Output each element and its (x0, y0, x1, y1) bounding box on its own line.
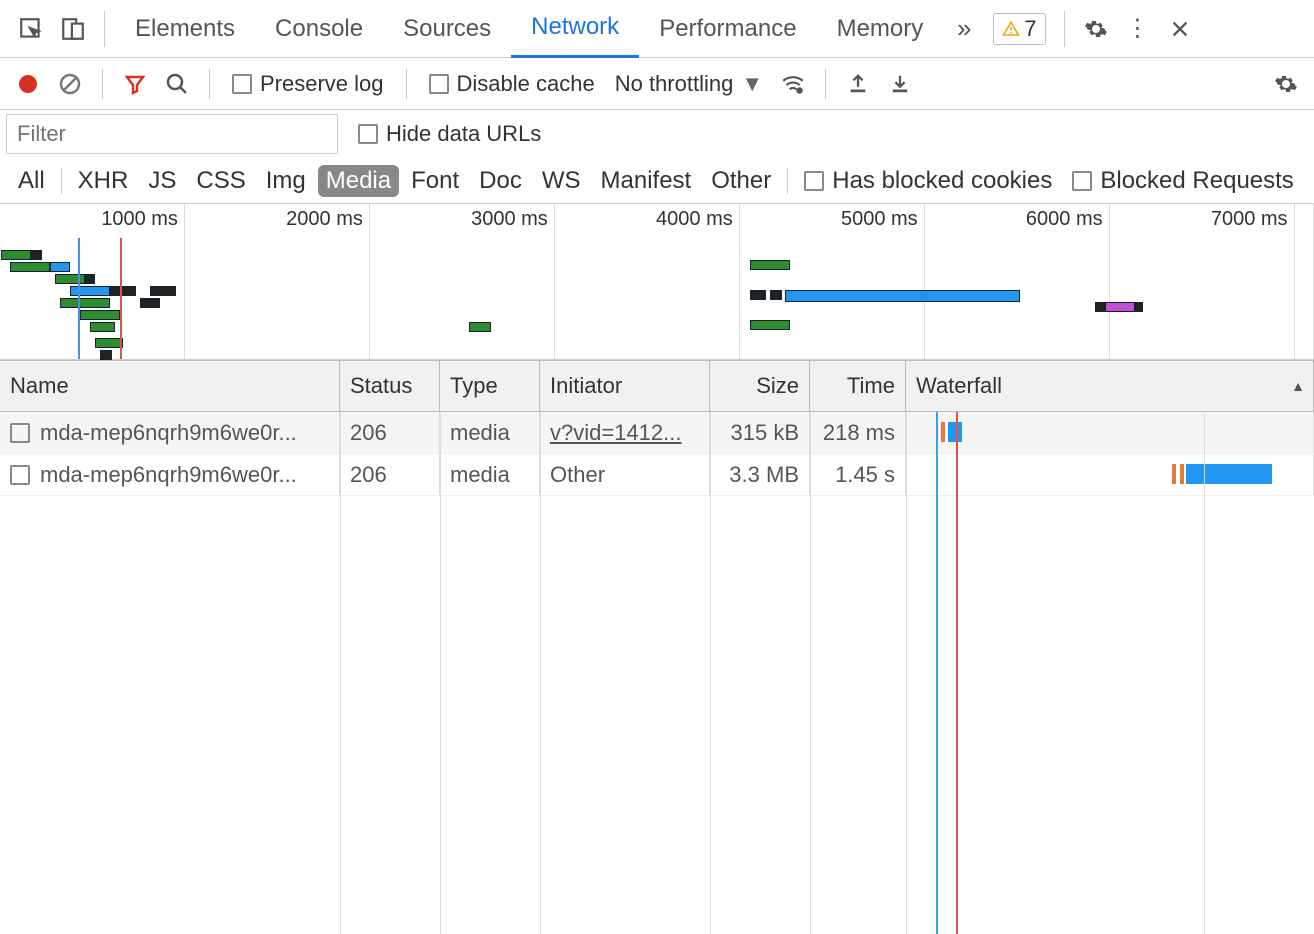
disable-cache-checkbox[interactable]: Disable cache (429, 71, 595, 97)
close-icon[interactable] (1159, 8, 1201, 50)
cell-initiator: Other (540, 454, 710, 495)
tab-network[interactable]: Network (511, 0, 639, 58)
table-row[interactable]: mda-mep6nqrh9m6we0r... 206 media Other 3… (0, 454, 1314, 496)
row-checkbox[interactable] (10, 465, 30, 485)
timeline-tick: 1000 ms (101, 208, 178, 231)
filter-img[interactable]: Img (258, 165, 314, 197)
table-row[interactable]: mda-mep6nqrh9m6we0r... 206 media v?vid=1… (0, 412, 1314, 454)
timeline-tick: 4000 ms (656, 208, 733, 231)
filter-manifest[interactable]: Manifest (593, 165, 700, 197)
cell-time: 1.45 s (810, 454, 906, 495)
warnings-count: 7 (1024, 16, 1036, 42)
blocked-requests-checkbox[interactable]: Blocked Requests (1072, 167, 1293, 195)
tab-console[interactable]: Console (255, 0, 383, 58)
cell-waterfall (906, 454, 1314, 495)
preserve-log-label: Preserve log (260, 71, 384, 97)
column-waterfall[interactable]: Waterfall (906, 361, 1314, 411)
filter-ws[interactable]: WS (534, 165, 589, 197)
cell-name: mda-mep6nqrh9m6we0r... (0, 454, 340, 495)
kebab-menu-icon[interactable]: ⋮ (1117, 8, 1159, 50)
timeline-tick: 7000 ms (1211, 208, 1288, 231)
cell-initiator[interactable]: v?vid=1412... (540, 412, 710, 453)
cell-time: 218 ms (810, 412, 906, 453)
filter-doc[interactable]: Doc (471, 165, 530, 197)
filter-css[interactable]: CSS (188, 165, 253, 197)
filter-icon[interactable] (117, 66, 153, 102)
cell-status: 206 (340, 454, 440, 495)
device-toggle-icon[interactable] (52, 8, 94, 50)
requests-table: Name Status Type Initiator Size Time Wat… (0, 360, 1314, 934)
record-icon[interactable] (10, 66, 46, 102)
inspect-icon[interactable] (10, 8, 52, 50)
network-settings-icon[interactable] (1268, 66, 1304, 102)
cell-name: mda-mep6nqrh9m6we0r... (0, 412, 340, 453)
cell-type: media (440, 412, 540, 453)
column-size[interactable]: Size (710, 361, 810, 411)
has-blocked-label: Has blocked cookies (832, 167, 1052, 195)
tab-elements[interactable]: Elements (115, 0, 255, 58)
timeline-tick: 5000 ms (841, 208, 918, 231)
filter-input[interactable] (6, 114, 338, 154)
filter-js[interactable]: JS (140, 165, 184, 197)
network-conditions-icon[interactable] (775, 66, 811, 102)
throttling-select[interactable]: No throttling ▼ (615, 71, 763, 97)
timeline-tick: 3000 ms (471, 208, 548, 231)
hide-data-urls-checkbox[interactable]: Hide data URLs (358, 121, 541, 147)
settings-icon[interactable] (1075, 8, 1117, 50)
clear-icon[interactable] (52, 66, 88, 102)
filter-xhr[interactable]: XHR (70, 165, 137, 197)
hide-data-urls-label: Hide data URLs (386, 121, 541, 147)
filter-font[interactable]: Font (403, 165, 467, 197)
disable-cache-label: Disable cache (457, 71, 595, 97)
row-checkbox[interactable] (10, 423, 30, 443)
column-initiator[interactable]: Initiator (540, 361, 710, 411)
throttling-label: No throttling (615, 71, 734, 97)
timeline-tick: 6000 ms (1026, 208, 1103, 231)
filter-all[interactable]: All (10, 165, 53, 197)
tab-performance[interactable]: Performance (639, 0, 816, 58)
preserve-log-checkbox[interactable]: Preserve log (232, 71, 384, 97)
tab-memory[interactable]: Memory (817, 0, 944, 58)
column-type[interactable]: Type (440, 361, 540, 411)
column-name[interactable]: Name (0, 361, 340, 411)
cell-waterfall (906, 412, 1314, 453)
filter-other[interactable]: Other (703, 165, 779, 197)
cell-type: media (440, 454, 540, 495)
column-time[interactable]: Time (810, 361, 906, 411)
tab-sources[interactable]: Sources (383, 0, 511, 58)
search-icon[interactable] (159, 66, 195, 102)
cell-status: 206 (340, 412, 440, 453)
warnings-badge[interactable]: 7 (993, 13, 1045, 45)
timeline-tick: 2000 ms (286, 208, 363, 231)
chevron-down-icon: ▼ (741, 71, 763, 97)
cell-size: 3.3 MB (710, 454, 810, 495)
blocked-requests-label: Blocked Requests (1100, 167, 1293, 195)
more-tabs-icon[interactable]: » (943, 8, 985, 50)
has-blocked-cookies-checkbox[interactable]: Has blocked cookies (804, 167, 1052, 195)
cell-size: 315 kB (710, 412, 810, 453)
timeline-overview[interactable]: 1000 ms 2000 ms 3000 ms 4000 ms 5000 ms … (0, 204, 1314, 360)
export-har-icon[interactable] (882, 66, 918, 102)
filter-media[interactable]: Media (318, 165, 399, 197)
import-har-icon[interactable] (840, 66, 876, 102)
column-status[interactable]: Status (340, 361, 440, 411)
